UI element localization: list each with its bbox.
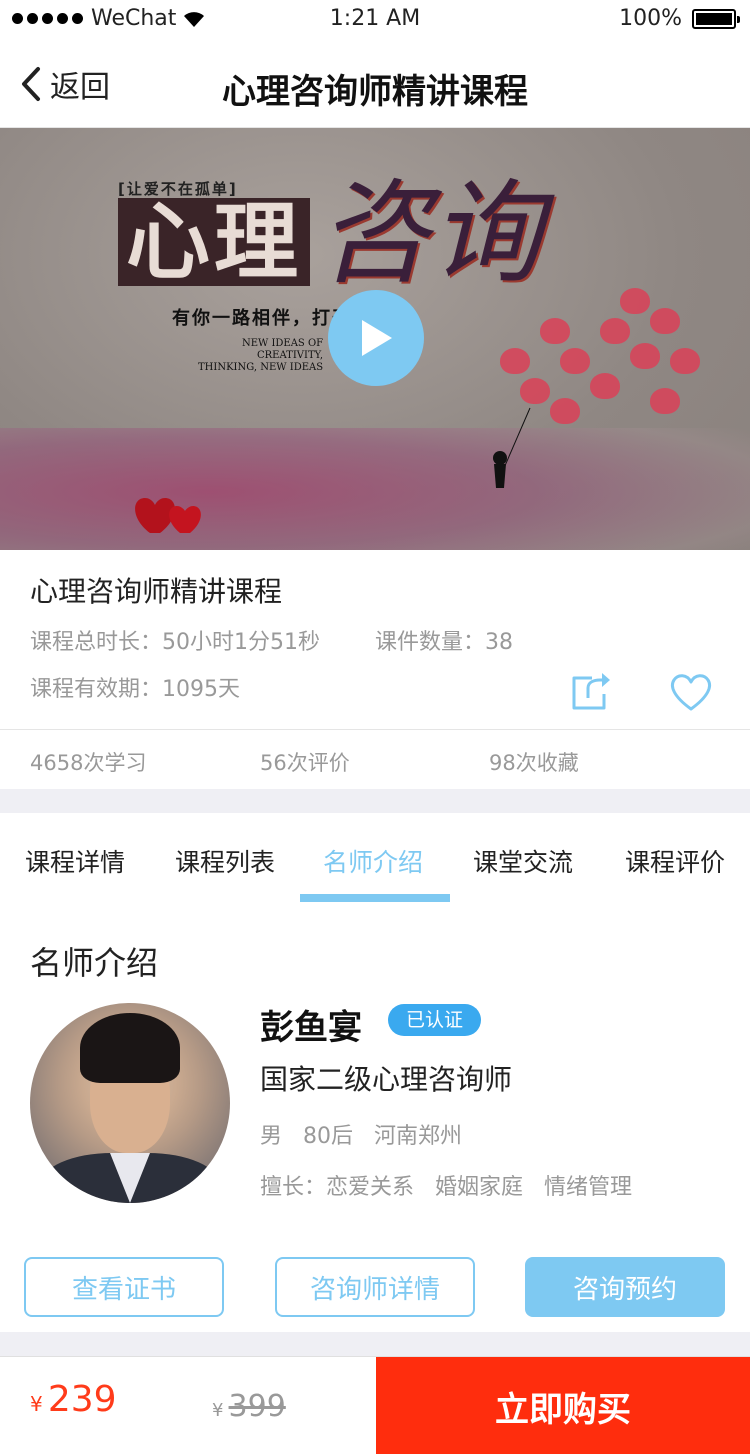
teacher-meta: 男 80后 河南郑州 — [260, 1124, 462, 1149]
active-tab-indicator — [300, 894, 450, 902]
cover-english-line: THINKING, NEW IDEAS — [198, 362, 324, 373]
heart-outline-icon — [670, 674, 712, 711]
battery-icon — [692, 8, 740, 29]
tab-course-detail[interactable]: 课程详情 — [25, 843, 125, 879]
teacher-skills: 擅长：恋爱关系 婚姻家庭 情绪管理 — [260, 1175, 632, 1200]
teacher-name: 彭鱼宴 — [260, 1008, 362, 1048]
play-icon — [362, 320, 392, 356]
tab-teacher-intro[interactable]: 名师介绍 — [323, 843, 423, 879]
section-title: 名师介绍 — [30, 944, 159, 982]
nav-bar: 返回 心理咨询师精讲课程 — [0, 40, 750, 128]
course-video-cover[interactable]: [让爱不在孤单] 心理 咨询 有你一路相伴，打开心扉 NEW IDEAS OF … — [0, 128, 750, 550]
favorite-button[interactable] — [668, 672, 714, 716]
cover-english-line: CREATIVITY, — [257, 350, 324, 361]
share-button[interactable] — [570, 670, 614, 716]
purchase-bar: ¥ 239 ¥ 399 立即购买 — [0, 1356, 750, 1454]
cover-english: NEW IDEAS OF CREATIVITY, THINKING, NEW I… — [198, 338, 323, 374]
currency-symbol: ¥ — [30, 1392, 43, 1416]
page-title: 心理咨询师精讲课程 — [222, 72, 528, 112]
view-certificate-button[interactable]: 查看证书 — [24, 1257, 224, 1317]
review-count: 56次评价 — [260, 751, 350, 775]
section-divider — [0, 1332, 750, 1356]
heart-balloons-illustration — [493, 288, 720, 488]
currency-symbol: ¥ — [212, 1400, 224, 1421]
verified-badge: 已认证 — [388, 1004, 482, 1036]
price-value: 239 — [47, 1379, 117, 1420]
course-duration: 课程总时长：50小时1分51秒 — [30, 630, 320, 655]
play-button[interactable] — [328, 290, 424, 386]
avatar — [30, 1003, 230, 1203]
learn-count: 4658次学习 — [30, 751, 147, 775]
cover-headline-1: 心理 — [118, 198, 311, 286]
course-validity: 课程有效期：1095天 — [30, 677, 240, 702]
status-bar: WeChat 1:21 AM 100% — [0, 0, 750, 40]
tab-bar: 课程详情 课程列表 名师介绍 课堂交流 课程评价 — [0, 813, 750, 903]
course-title: 心理咨询师精讲课程 — [30, 575, 283, 608]
teacher-detail-button[interactable]: 咨询师详情 — [275, 1257, 475, 1317]
teacher-title: 国家二级心理咨询师 — [260, 1063, 513, 1096]
cover-english-line: NEW IDEAS OF — [241, 338, 324, 349]
share-icon — [572, 673, 610, 710]
battery-group: 100% — [619, 6, 740, 31]
buy-now-button[interactable]: 立即购买 — [376, 1357, 750, 1454]
hearts-decoration — [135, 498, 201, 533]
original-price-value: 399 — [228, 1389, 286, 1424]
favorite-count: 98次收藏 — [489, 751, 579, 775]
tab-class-chat[interactable]: 课堂交流 — [473, 843, 573, 879]
book-consultation-button[interactable]: 咨询预约 — [525, 1257, 725, 1317]
tab-course-list[interactable]: 课程列表 — [175, 843, 275, 879]
cover-headline-2: 咨询 — [318, 169, 542, 299]
section-divider — [0, 789, 750, 813]
course-info: 心理咨询师精讲课程 课程总时长：50小时1分51秒 课件数量：38 课程有效期：… — [0, 550, 750, 730]
battery-percent: 100% — [619, 6, 682, 31]
course-count: 课件数量：38 — [375, 630, 513, 655]
current-price: ¥ 239 — [30, 1379, 117, 1420]
original-price: ¥ 399 — [212, 1389, 286, 1424]
tab-course-reviews[interactable]: 课程评价 — [625, 843, 725, 879]
course-stats: 4658次学习 56次评价 98次收藏 — [0, 731, 750, 789]
